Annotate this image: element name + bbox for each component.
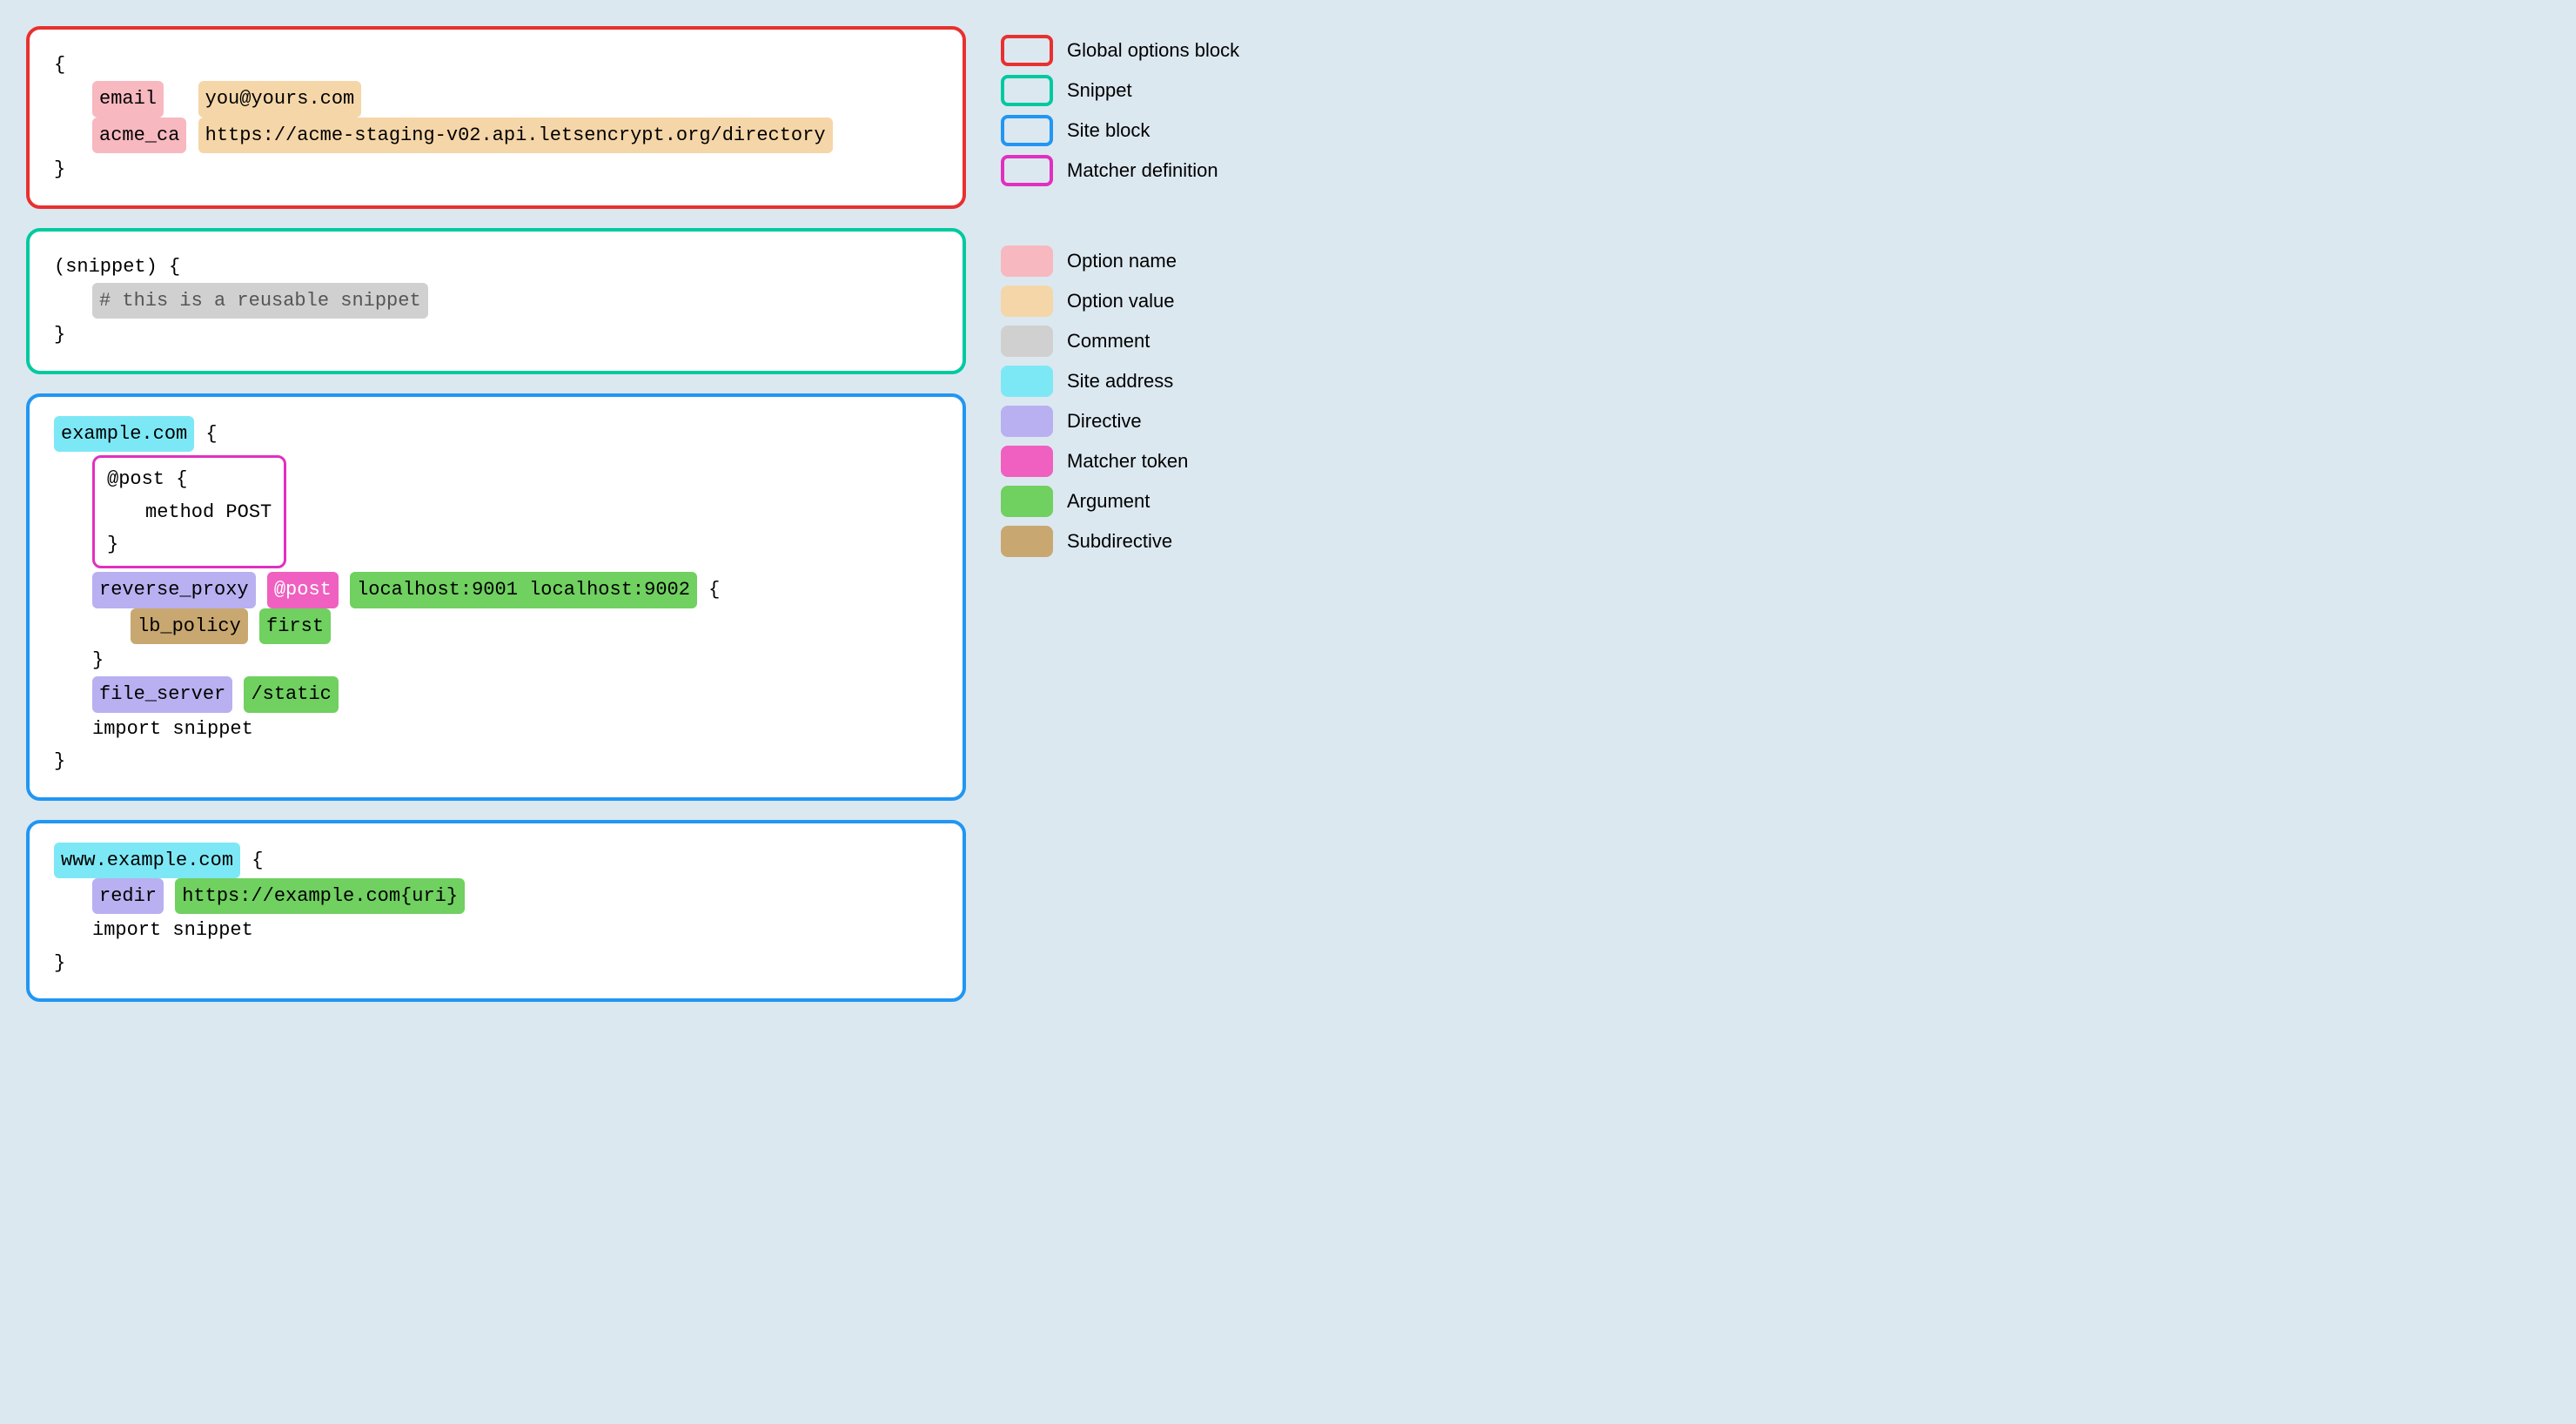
legend-label-site-address: Site address [1067, 370, 1173, 393]
legend-label-matcher-token: Matcher token [1067, 450, 1188, 473]
legend-item-global: Global options block [1001, 35, 1332, 66]
legend-label-matcher-def: Matcher definition [1067, 159, 1218, 182]
legend-box-subdirective [1001, 526, 1053, 557]
legend-item-site-block: Site block [1001, 115, 1332, 146]
legend-label-snippet: Snippet [1067, 79, 1132, 102]
legend-box-snippet [1001, 75, 1053, 106]
token-acme-ca-name: acme_ca [92, 118, 186, 153]
snippet-open: (snippet) { [54, 256, 180, 278]
legend-label-subdirective: Subdirective [1067, 530, 1172, 553]
legend-box-site-block [1001, 115, 1053, 146]
legend-item-matcher-def: Matcher definition [1001, 155, 1332, 186]
token-directive-redir: redir [92, 878, 164, 914]
token-comment: # this is a reusable snippet [92, 283, 428, 319]
token-email-name: email [92, 81, 164, 117]
legend-label-argument: Argument [1067, 490, 1150, 513]
site-block-1-close-brace: } [54, 750, 65, 772]
site-block-2-close-brace: } [54, 952, 65, 974]
legend-box-matcher-def [1001, 155, 1053, 186]
matcher-definition-box: @post { method POST } [92, 455, 286, 568]
token-site-address-example: example.com [54, 416, 194, 452]
legend-box-site-address [1001, 366, 1053, 397]
legend-box-global [1001, 35, 1053, 66]
snippet-block: (snippet) { # this is a reusable snippet… [26, 228, 966, 374]
global-close-brace: } [54, 158, 65, 180]
token-matcher-post: @post [267, 572, 339, 608]
token-directive-file-server: file_server [92, 676, 232, 712]
legend-label-comment: Comment [1067, 330, 1150, 353]
legend-fill-section: Option name Option value Comment Site ad… [1001, 245, 1332, 566]
legend-item-matcher-token: Matcher token [1001, 446, 1332, 477]
global-open-brace: { [54, 54, 65, 76]
import-snippet-line: import snippet [92, 718, 253, 740]
legend-item-directive: Directive [1001, 406, 1332, 437]
legend-item-site-address: Site address [1001, 366, 1332, 397]
legend-item-option-name: Option name [1001, 245, 1332, 277]
legend-box-matcher-token [1001, 446, 1053, 477]
token-argument-static: /static [244, 676, 338, 712]
token-argument-backends: localhost:9001 localhost:9002 [350, 572, 697, 608]
legend-item-comment: Comment [1001, 326, 1332, 357]
legend-box-comment [1001, 326, 1053, 357]
legend-box-option-name [1001, 245, 1053, 277]
legend-label-option-name: Option name [1067, 250, 1177, 272]
token-directive-reverse-proxy: reverse_proxy [92, 572, 256, 608]
legend-label-directive: Directive [1067, 410, 1142, 433]
token-acme-ca-value: https://acme-staging-v02.api.letsencrypt… [198, 118, 833, 153]
global-options-block: { email you@yours.com acme_ca https://ac… [26, 26, 966, 209]
site-block-www-example-com: www.example.com { redir https://example.… [26, 820, 966, 1003]
snippet-close-brace: } [54, 324, 65, 346]
legend-item-subdirective: Subdirective [1001, 526, 1332, 557]
legend-label-site-block: Site block [1067, 119, 1150, 142]
legend-box-option-value [1001, 285, 1053, 317]
legend-item-option-value: Option value [1001, 285, 1332, 317]
token-argument-first: first [259, 608, 331, 644]
import-snippet-line-2: import snippet [92, 919, 253, 941]
legend-panel: Global options block Snippet Site block … [1001, 26, 1332, 1398]
legend-item-snippet: Snippet [1001, 75, 1332, 106]
legend-box-argument [1001, 486, 1053, 517]
site-block-example-com: example.com { @post { method POST } reve… [26, 393, 966, 801]
legend-box-directive [1001, 406, 1053, 437]
token-email-value: you@yours.com [198, 81, 362, 117]
legend-border-section: Global options block Snippet Site block … [1001, 35, 1332, 195]
left-panel: { email you@yours.com acme_ca https://ac… [26, 26, 966, 1398]
legend-label-option-value: Option value [1067, 290, 1175, 312]
legend-label-global: Global options block [1067, 39, 1239, 62]
legend-item-argument: Argument [1001, 486, 1332, 517]
token-argument-redir-url: https://example.com{uri} [175, 878, 465, 914]
token-subdirective-lb: lb_policy [131, 608, 248, 644]
token-site-address-www: www.example.com [54, 843, 240, 878]
